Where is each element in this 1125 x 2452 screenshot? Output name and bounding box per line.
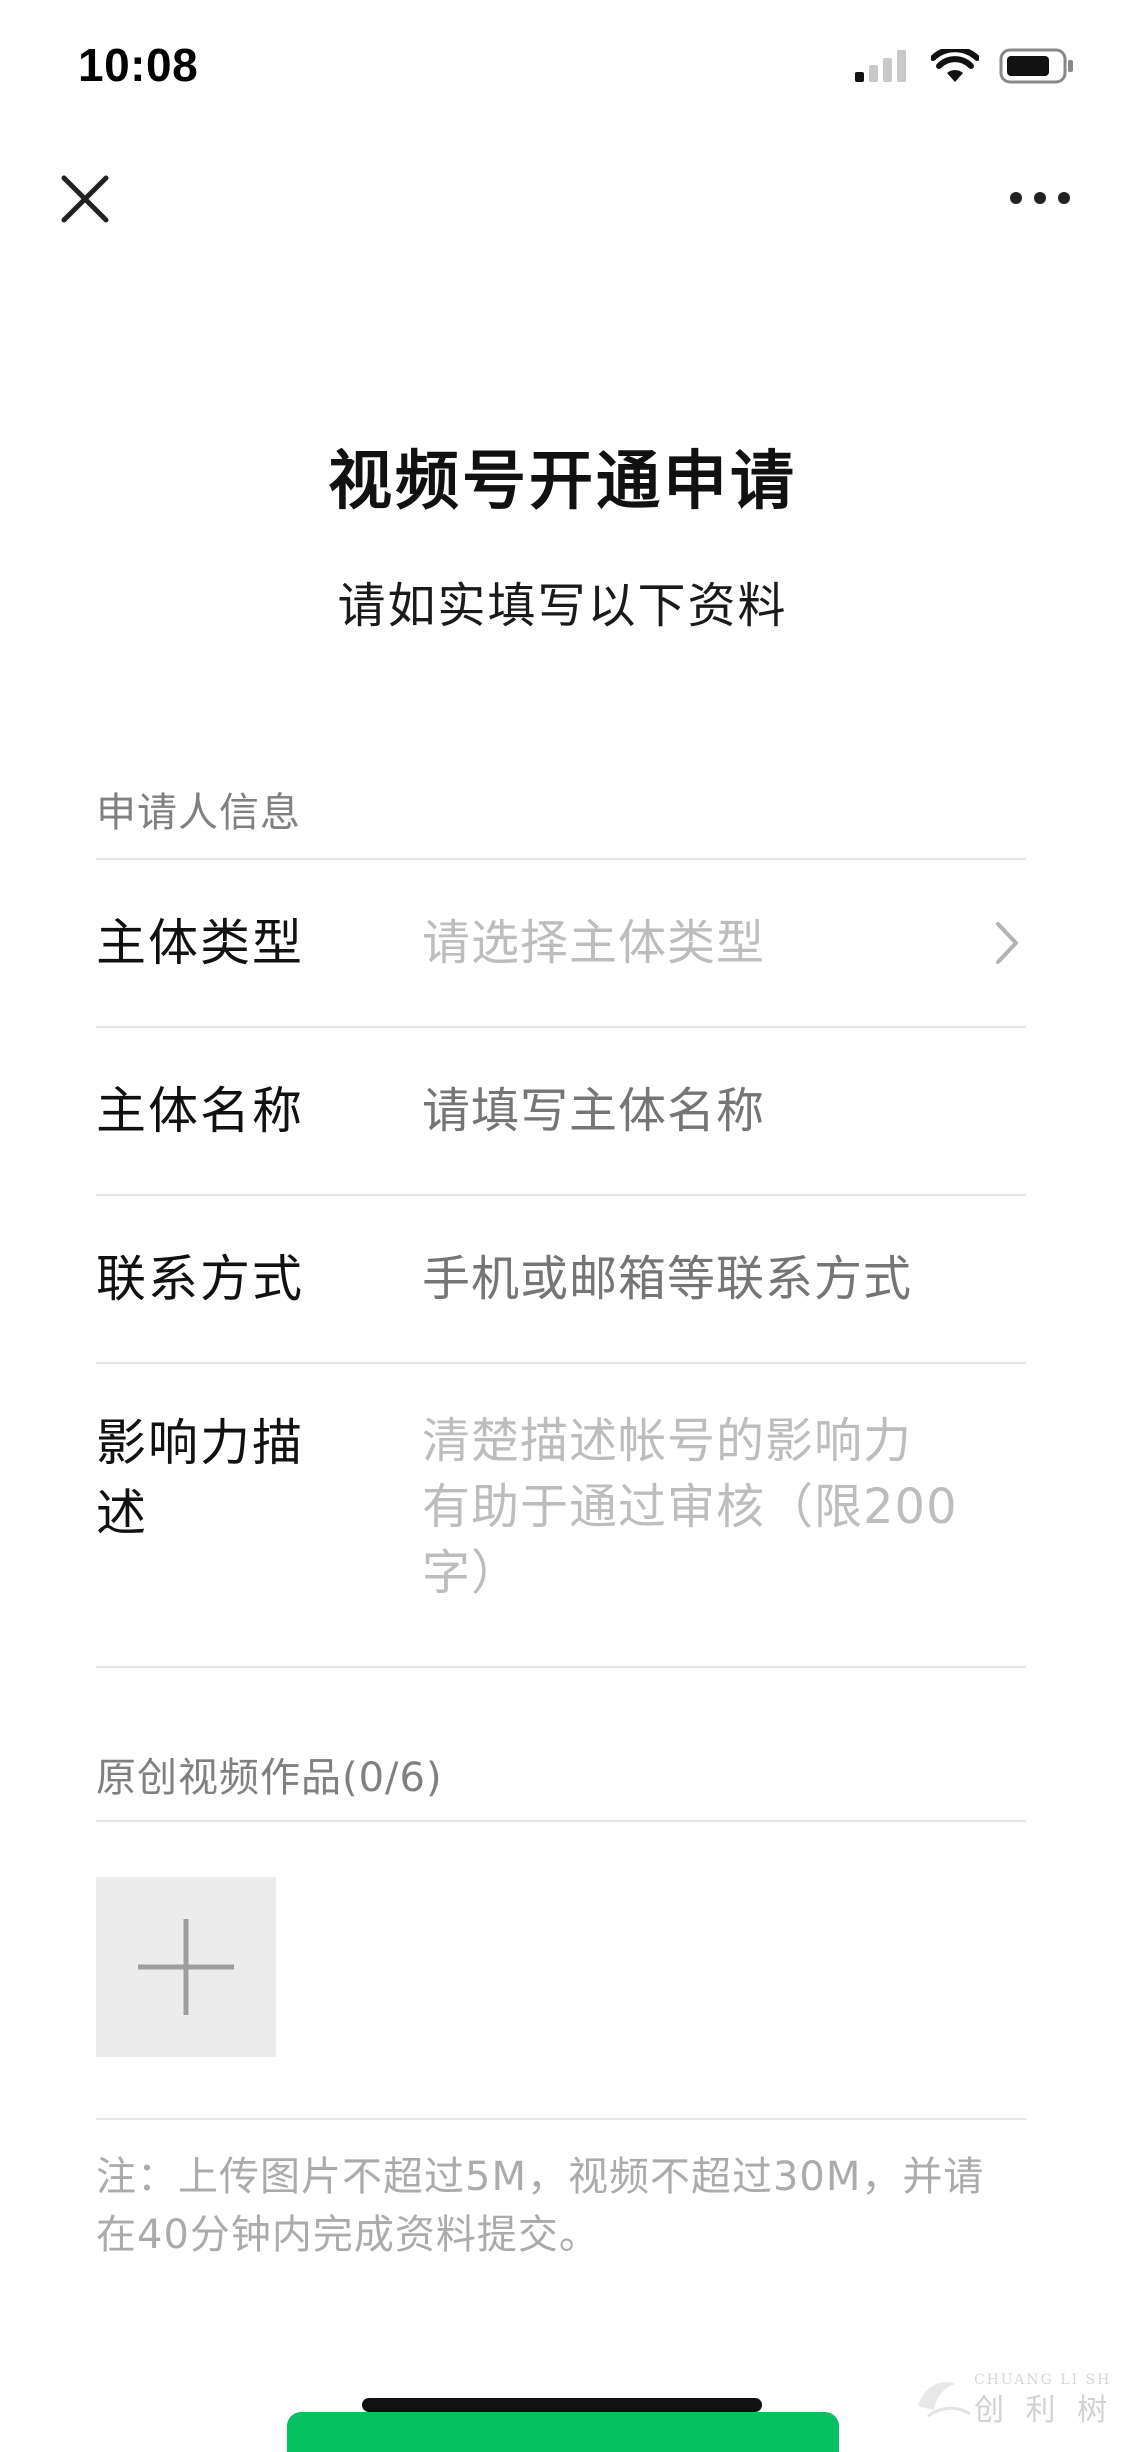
works-section-title: 原创视频作品(0/6) [96, 1755, 443, 1801]
watermark-logo: CHUANG LI SHU 创 利 树 [912, 2362, 1123, 2430]
influence-placeholder-line3: 字） [422, 1545, 521, 1601]
subject-name-row: 主体名称 [96, 1028, 1026, 1194]
status-icons [855, 48, 1075, 84]
subject-name-input[interactable] [422, 1076, 962, 1146]
divider [96, 2118, 1026, 2120]
more-dots-icon [1010, 192, 1070, 204]
subject-type-select[interactable]: 请选择主体类型 [422, 908, 962, 978]
plus-icon [138, 1919, 234, 2015]
applicant-section-title: 申请人信息 [96, 790, 301, 836]
svg-text:CHUANG LI SHU: CHUANG LI SHU [974, 2372, 1112, 2388]
cellular-signal-icon [855, 50, 906, 82]
divider [96, 1666, 1026, 1668]
influence-label-line1: 影响力描 [96, 1414, 304, 1472]
status-time: 10:08 [78, 39, 199, 91]
home-indicator[interactable] [362, 2398, 762, 2412]
influence-row: 影响力描 述 清楚描述帐号的影响力 有助于通过审核（限200 字） [96, 1364, 1026, 1664]
subject-name-label: 主体名称 [96, 1082, 304, 1140]
close-icon [61, 175, 109, 223]
influence-label-line2: 述 [96, 1484, 148, 1542]
nav-bar [0, 140, 1125, 250]
influence-description-textarea[interactable]: 清楚描述帐号的影响力 有助于通过审核（限200 字） [422, 1408, 982, 1606]
upload-note: 注：上传图片不超过5M，视频不超过30M，并请 在40分钟内完成资料提交。 [96, 2148, 1036, 2264]
status-bar: 10:08 [0, 0, 1125, 140]
close-button[interactable] [54, 168, 116, 230]
note-line1: 注：上传图片不超过5M，视频不超过30M，并请 [96, 2154, 985, 2200]
influence-label: 影响力描 述 [96, 1408, 366, 1548]
divider [96, 1820, 1026, 1822]
influence-placeholder-line2: 有助于通过审核（限200 [422, 1479, 958, 1535]
page-title: 视频号开通申请 [328, 445, 797, 519]
contact-row: 联系方式 [96, 1196, 1026, 1362]
svg-text:创 利 树: 创 利 树 [974, 2393, 1112, 2428]
subject-type-row[interactable]: 主体类型 请选择主体类型 [96, 860, 1026, 1026]
add-video-button[interactable] [96, 1877, 276, 2057]
submit-button[interactable] [287, 2412, 839, 2452]
contact-label: 联系方式 [96, 1250, 304, 1308]
note-line2: 在40分钟内完成资料提交。 [96, 2212, 600, 2258]
influence-placeholder-line1: 清楚描述帐号的影响力 [422, 1413, 913, 1469]
contact-input[interactable] [422, 1244, 962, 1314]
page-subtitle: 请如实填写以下资料 [337, 578, 788, 634]
chevron-right-icon [996, 922, 1018, 964]
subject-type-label: 主体类型 [96, 914, 304, 972]
more-button[interactable] [1007, 176, 1073, 220]
wifi-icon [931, 49, 979, 82]
battery-icon [999, 48, 1073, 84]
